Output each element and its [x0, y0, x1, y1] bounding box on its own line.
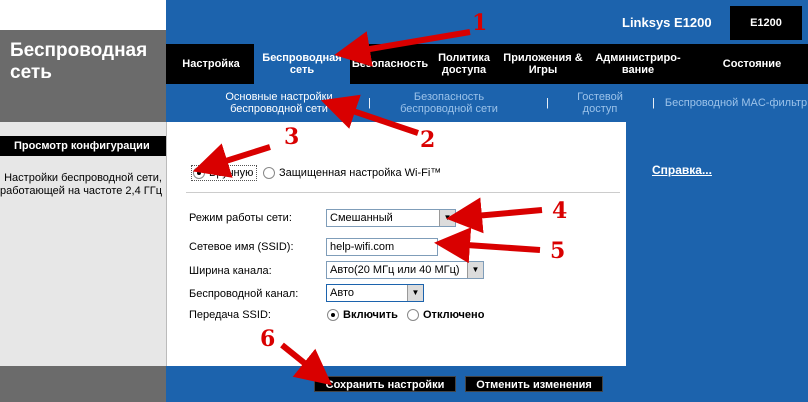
manual-radio[interactable]: Вручную	[193, 167, 253, 179]
annotation-number: 3	[284, 124, 300, 150]
channel-width-value: Авто(20 МГц или 40 МГц)	[330, 264, 460, 276]
network-mode-value: Смешанный	[330, 212, 393, 224]
subtab-basic-wireless[interactable]: Основные настройки беспроводной сети	[204, 84, 354, 122]
wps-radio[interactable]: Защищенная настройка Wi-Fi™	[263, 167, 441, 179]
help-link[interactable]: Справка...	[652, 163, 712, 177]
channel-label: Беспроводной канал:	[189, 288, 299, 300]
channel-width-label: Ширина канала:	[189, 265, 272, 277]
annotation-number: 4	[552, 198, 568, 224]
main-tabs: Настройка Беспроводная сеть Безопасность…	[166, 44, 808, 84]
manual-radio-label: Вручную	[209, 167, 254, 179]
tab-security[interactable]: Безопасность	[350, 44, 430, 84]
divider	[186, 192, 620, 193]
ssid-input[interactable]: help-wifi.com	[326, 238, 438, 256]
network-mode-label: Режим работы сети:	[189, 212, 292, 224]
ssid-broadcast-enable-radio[interactable]: Включить	[327, 309, 398, 321]
ssid-broadcast-label: Передача SSID:	[189, 309, 271, 321]
radio-selected-icon	[327, 309, 339, 321]
ssid-broadcast-disable-radio[interactable]: Отключено	[407, 309, 484, 321]
ssid-broadcast-enable-label: Включить	[343, 309, 398, 321]
subtab-separator: |	[368, 97, 371, 109]
channel-width-select[interactable]: Авто(20 МГц или 40 МГц) ▼	[326, 261, 484, 279]
cancel-changes-button[interactable]: Отменить изменения	[465, 376, 603, 392]
tab-status[interactable]: Состояние	[712, 44, 792, 84]
dropdown-arrow-icon: ▼	[439, 210, 455, 226]
tab-administration[interactable]: Администриро-вание	[590, 44, 686, 84]
view-config-header: Просмотр конфигурации	[0, 136, 166, 156]
subtab-wireless-security[interactable]: Безопасность беспроводной сети	[384, 84, 514, 122]
dropdown-arrow-icon: ▼	[467, 262, 483, 278]
right-column	[626, 122, 808, 366]
band-label: Настройки беспроводной сети, работающей …	[0, 172, 162, 197]
annotation-number: 5	[550, 238, 566, 264]
subtab-mac-filter[interactable]: Беспроводной MAC-фильтр	[664, 84, 808, 122]
radio-empty-icon	[263, 167, 275, 179]
network-mode-select[interactable]: Смешанный ▼	[326, 209, 456, 227]
annotation-number: 2	[420, 127, 436, 153]
wps-radio-label: Защищенная настройка Wi-Fi™	[279, 167, 442, 179]
subtab-separator: |	[652, 97, 655, 109]
dropdown-arrow-icon: ▼	[407, 285, 423, 301]
tab-wireless[interactable]: Беспроводная сеть	[254, 44, 350, 84]
channel-select[interactable]: Авто ▼	[326, 284, 424, 302]
model-badge: E1200	[730, 6, 802, 40]
ssid-broadcast-disable-label: Отключено	[423, 309, 485, 321]
left-column	[0, 122, 166, 366]
model-name: Linksys E1200	[622, 15, 712, 30]
save-settings-button[interactable]: Сохранить настройки	[314, 376, 456, 392]
tab-access-policy[interactable]: Политика доступа	[432, 44, 496, 84]
subtab-separator: |	[546, 97, 549, 109]
radio-selected-icon	[193, 167, 205, 179]
tab-applications-gaming[interactable]: Приложения & Игры	[500, 44, 586, 84]
subtab-guest-access[interactable]: Гостевой доступ	[564, 84, 636, 122]
annotation-number: 6	[260, 326, 276, 352]
sub-tabs: Основные настройки беспроводной сети | Б…	[166, 84, 808, 122]
ssid-label: Сетевое имя (SSID):	[189, 241, 294, 253]
tab-setup[interactable]: Настройка	[174, 44, 248, 84]
annotation-number: 1	[472, 10, 488, 36]
page-title: Беспроводная сеть	[0, 30, 166, 122]
footer-left	[0, 366, 166, 402]
channel-value: Авто	[330, 287, 354, 299]
radio-empty-icon	[407, 309, 419, 321]
